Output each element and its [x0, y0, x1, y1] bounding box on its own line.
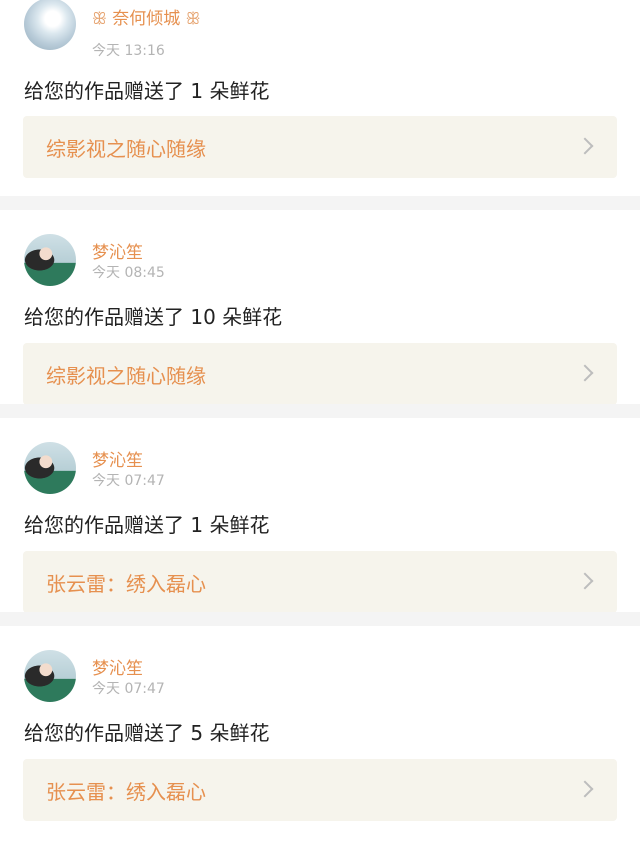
avatar[interactable]: [24, 650, 76, 702]
chevron-right-icon: [576, 572, 594, 590]
gift-message: 给您的作品赠送了 5 朵鲜花: [24, 721, 270, 745]
username[interactable]: ꕥ 奈何倾城 ꕥ: [92, 4, 201, 29]
work-link[interactable]: 综影视之随心随缘: [23, 116, 617, 178]
notification-card: 梦沁笙 今天 07:47 给您的作品赠送了 5 朵鲜花 张云雷：绣入磊心: [0, 626, 640, 864]
notification-card: ꕥ 奈何倾城 ꕥ 今天 13:16 给您的作品赠送了 1 朵鲜花 综影视之随心随…: [0, 0, 640, 196]
timestamp: 今天 13:16: [92, 43, 165, 59]
work-title: 综影视之随心随缘: [46, 137, 206, 161]
decoration-icon: ꕥ: [92, 9, 107, 28]
timestamp: 今天 07:47: [92, 473, 165, 489]
avatar[interactable]: [24, 442, 76, 494]
work-link[interactable]: 综影视之随心随缘: [23, 343, 617, 404]
work-title: 综影视之随心随缘: [46, 364, 206, 388]
work-title: 张云雷：绣入磊心: [46, 572, 206, 596]
notification-feed: ꕥ 奈何倾城 ꕥ 今天 13:16 给您的作品赠送了 1 朵鲜花 综影视之随心随…: [0, 0, 640, 864]
gift-message: 给您的作品赠送了 10 朵鲜花: [24, 305, 283, 329]
notification-card: 梦沁笙 今天 08:45 给您的作品赠送了 10 朵鲜花 综影视之随心随缘: [0, 210, 640, 404]
notification-card: 梦沁笙 今天 07:47 给您的作品赠送了 1 朵鲜花 张云雷：绣入磊心: [0, 418, 640, 612]
gift-message: 给您的作品赠送了 1 朵鲜花: [24, 79, 270, 103]
gift-message: 给您的作品赠送了 1 朵鲜花: [24, 513, 270, 537]
work-title: 张云雷：绣入磊心: [46, 780, 206, 804]
chevron-right-icon: [576, 137, 594, 155]
username[interactable]: 梦沁笙: [92, 446, 143, 471]
avatar[interactable]: [24, 0, 76, 50]
work-link[interactable]: 张云雷：绣入磊心: [23, 551, 617, 612]
timestamp: 今天 07:47: [92, 681, 165, 697]
avatar[interactable]: [24, 234, 76, 286]
chevron-right-icon: [576, 364, 594, 382]
chevron-right-icon: [576, 780, 594, 798]
username[interactable]: 梦沁笙: [92, 654, 143, 679]
timestamp: 今天 08:45: [92, 265, 165, 281]
username[interactable]: 梦沁笙: [92, 238, 143, 263]
decoration-icon: ꕥ: [185, 9, 201, 28]
work-link[interactable]: 张云雷：绣入磊心: [23, 759, 617, 821]
username-text: 奈何倾城: [112, 9, 181, 29]
